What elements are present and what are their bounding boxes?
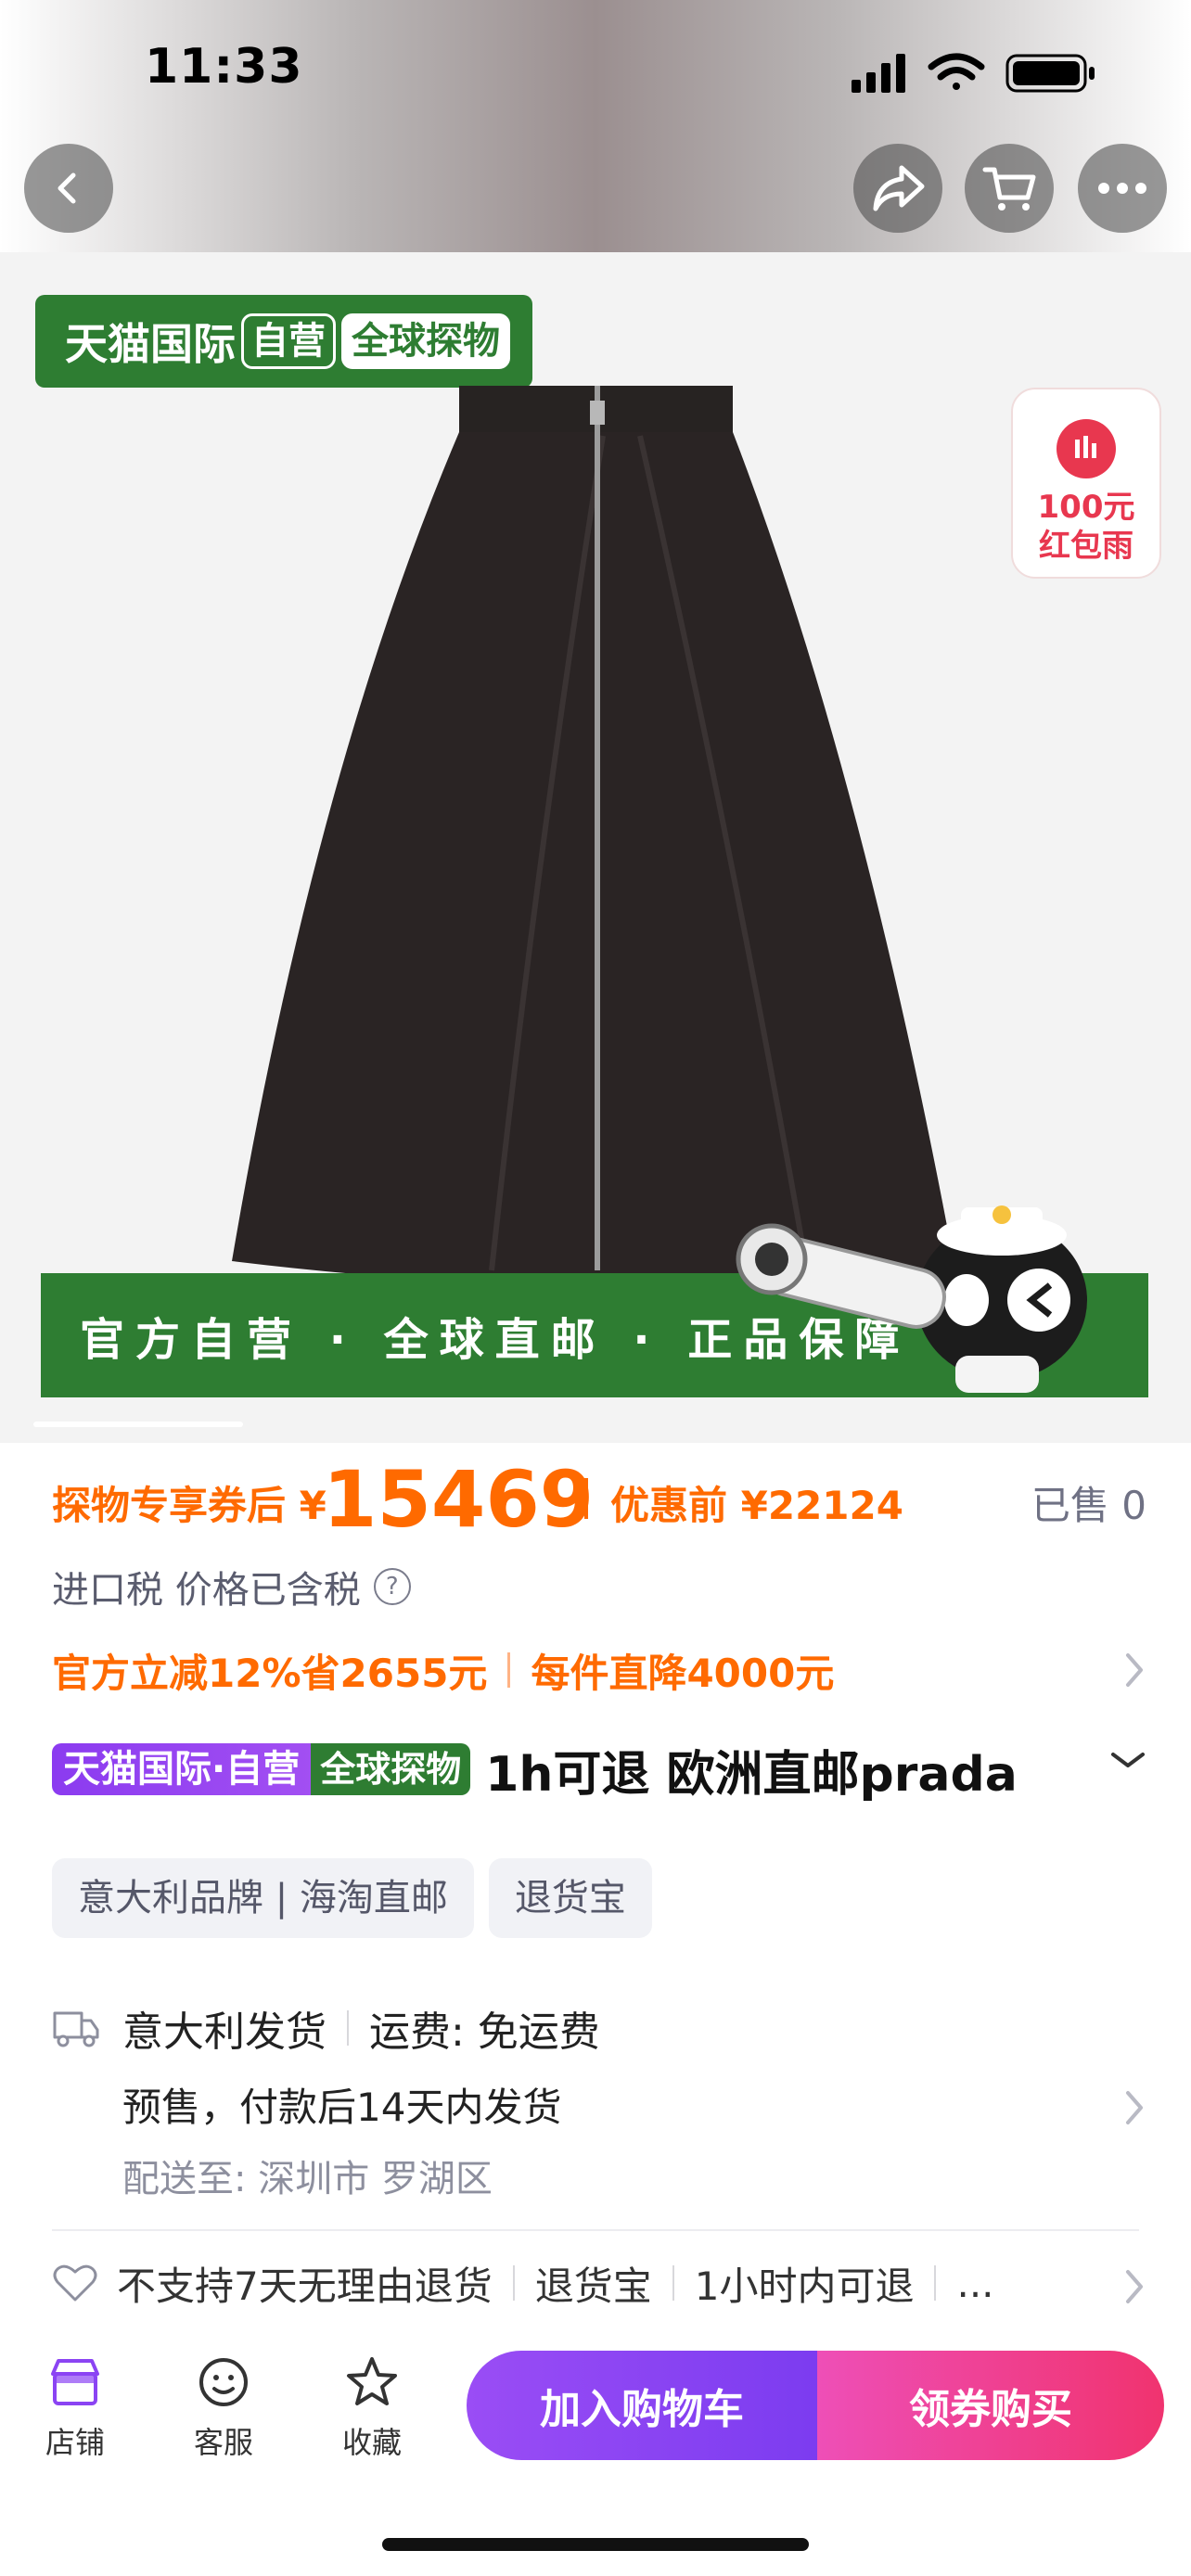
chevron-left-icon — [58, 172, 76, 204]
more-dots-icon — [1098, 183, 1146, 194]
section-divider — [52, 2229, 1139, 2231]
tax-text: 进口税 价格已含税 — [52, 1569, 361, 1612]
sold-count: 已售 0 — [1031, 1483, 1146, 1528]
customer-service-label: 客服 — [193, 2425, 253, 2460]
product-title-row[interactable]: 天猫国际·自营 全球探物 1h可退 欧洲直邮prada — [52, 1736, 1146, 1803]
chevron-down-icon[interactable] — [1109, 1749, 1146, 1771]
red-packet-icon — [1057, 419, 1116, 478]
coupon-price: 15469 — [323, 1454, 595, 1545]
promotion-row[interactable]: 官方立减12%省2655元 每件直降4000元 — [52, 1644, 1146, 1696]
image-progress-indicator — [33, 1422, 243, 1427]
battery-icon — [1005, 54, 1095, 93]
wifi-icon — [928, 53, 985, 90]
heart-icon — [53, 2264, 97, 2302]
return-insurance: 退货宝 — [534, 2263, 652, 2309]
service-divider — [512, 2265, 515, 2301]
price-row: 探物专享券后 ¥ 15469 优惠前 ¥22124 已售 0 — [52, 1454, 1146, 1545]
truck-icon — [53, 2011, 99, 2047]
presale-info: 预售，付款后14天内发货 — [122, 2085, 562, 2130]
status-bar: 11:33 — [0, 0, 1191, 139]
store-label: 店铺 — [45, 2425, 105, 2460]
product-image-carousel[interactable]: 11:33 天猫国际 自营 全球探物 100元 红包雨 官方自营 · 全球直邮 … — [0, 0, 1191, 1443]
ship-divider — [347, 2010, 349, 2046]
tax-info[interactable]: 进口税 价格已含税 ? — [52, 1560, 411, 1613]
ship-fee: 运费: 免运费 — [369, 2009, 600, 2056]
tmall-global-badge: 天猫国际 自营 全球探物 — [35, 295, 532, 388]
star-icon — [321, 2351, 423, 2414]
customer-service-button[interactable]: 客服 — [173, 2351, 275, 2462]
home-indicator — [382, 2538, 809, 2551]
global-explore-badge: 全球探物 — [311, 1743, 471, 1795]
product-tags: 意大利品牌 | 海淘直邮 退货宝 — [52, 1858, 667, 1938]
tag-origin: 意大利品牌 | 海淘直邮 — [52, 1858, 474, 1938]
store-icon — [24, 2351, 126, 2414]
share-icon — [873, 165, 925, 211]
help-icon[interactable]: ? — [373, 1568, 411, 1605]
tmall-self-badge: 天猫国际·自营 — [52, 1743, 312, 1795]
shipping-info[interactable]: 意大利发货 运费: 免运费 预售，付款后14天内发货 配送至: 深圳市 罗湖区 — [52, 1989, 1146, 2212]
shipping-origin-row: 意大利发货 运费: 免运费 — [122, 1998, 600, 2058]
red-packet-text: 100元 红包雨 — [1037, 489, 1135, 565]
badge-self: 自营 — [241, 313, 336, 369]
promo-discount: 官方立减12%省2655元 — [52, 1650, 488, 1696]
delivery-destination: 配送至: 深圳市 罗湖区 — [122, 2158, 493, 2200]
coupon-price-label: 探物专享券后 ¥ — [52, 1483, 327, 1528]
service-more: ... — [956, 2260, 994, 2306]
store-button[interactable]: 店铺 — [24, 2351, 126, 2462]
cart-icon — [982, 167, 1036, 210]
skirt-product-image — [232, 386, 955, 1287]
tmall-cat-mascot — [736, 1205, 1087, 1393]
service-divider — [672, 2265, 674, 2301]
badge-global: 全球探物 — [341, 313, 510, 369]
red-packet-rain-button[interactable]: 100元 红包雨 — [1011, 388, 1161, 579]
more-button[interactable] — [1078, 144, 1167, 233]
promo-divider — [507, 1652, 511, 1688]
status-icons — [852, 53, 1095, 93]
one-hour-return: 1小时内可退 — [694, 2263, 915, 2309]
add-to-cart-button[interactable]: 加入购物车 — [467, 2351, 817, 2460]
chevron-right-icon — [1126, 2091, 1143, 2124]
favorite-label: 收藏 — [341, 2425, 402, 2460]
no-7day-return: 不支持7天无理由退货 — [117, 2263, 493, 2309]
status-time: 11:33 — [145, 39, 303, 95]
price-divider — [584, 1478, 588, 1519]
ship-origin: 意大利发货 — [122, 2009, 327, 2056]
cart-button[interactable] — [965, 144, 1054, 233]
badge-brand: 天猫国际 — [65, 319, 236, 369]
product-title: 1h可退 欧洲直邮prada — [485, 1746, 1018, 1803]
signal-icon — [852, 54, 905, 93]
service-guarantee-row[interactable]: 不支持7天无理由退货 退货宝 1小时内可退 ... — [52, 2255, 1146, 2311]
back-button[interactable] — [24, 144, 113, 233]
chevron-right-icon — [1126, 2270, 1143, 2303]
tag-return-insurance: 退货宝 — [488, 1858, 652, 1938]
customer-service-icon — [173, 2351, 275, 2414]
service-divider — [934, 2265, 937, 2301]
share-button[interactable] — [853, 144, 942, 233]
promo-direct-cut: 每件直降4000元 — [531, 1650, 835, 1696]
original-price: 优惠前 ¥22124 — [610, 1483, 903, 1528]
favorite-button[interactable]: 收藏 — [321, 2351, 423, 2462]
coupon-buy-button[interactable]: 领券购买 — [817, 2351, 1164, 2460]
chevron-right-icon — [1126, 1653, 1143, 1687]
